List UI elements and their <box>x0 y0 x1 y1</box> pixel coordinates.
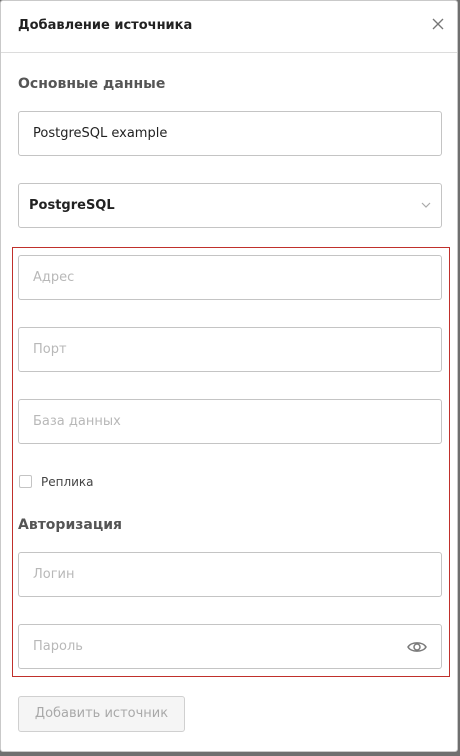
port-field[interactable] <box>18 327 442 372</box>
background-strip <box>0 752 460 756</box>
database-input[interactable] <box>33 400 393 443</box>
password-input[interactable] <box>33 625 393 668</box>
source-type-select[interactable]: PostgreSQL <box>18 183 442 228</box>
login-input[interactable] <box>33 553 393 596</box>
port-input[interactable] <box>33 328 393 371</box>
source-name-input[interactable] <box>33 112 393 155</box>
source-type-value: PostgreSQL <box>29 198 115 213</box>
eye-icon[interactable] <box>407 638 427 656</box>
section-title-auth: Авторизация <box>18 517 123 533</box>
add-source-dialog: Добавление источника Основные данные Pos… <box>0 0 458 752</box>
dialog-title: Добавление источника <box>18 18 193 33</box>
password-field[interactable] <box>18 624 442 669</box>
database-field[interactable] <box>18 399 442 444</box>
source-name-field[interactable] <box>18 111 442 156</box>
login-field[interactable] <box>18 552 442 597</box>
chevron-down-icon <box>421 202 431 208</box>
replica-checkbox-label: Реплика <box>41 475 94 489</box>
address-input[interactable] <box>33 256 393 299</box>
address-field[interactable] <box>18 255 442 300</box>
add-source-button[interactable]: Добавить источник <box>18 696 185 732</box>
close-icon[interactable] <box>431 17 445 31</box>
connection-settings-highlight <box>12 247 450 677</box>
section-title-main: Основные данные <box>18 76 166 92</box>
dialog-header: Добавление источника <box>1 1 457 53</box>
replica-checkbox[interactable] <box>19 475 32 488</box>
